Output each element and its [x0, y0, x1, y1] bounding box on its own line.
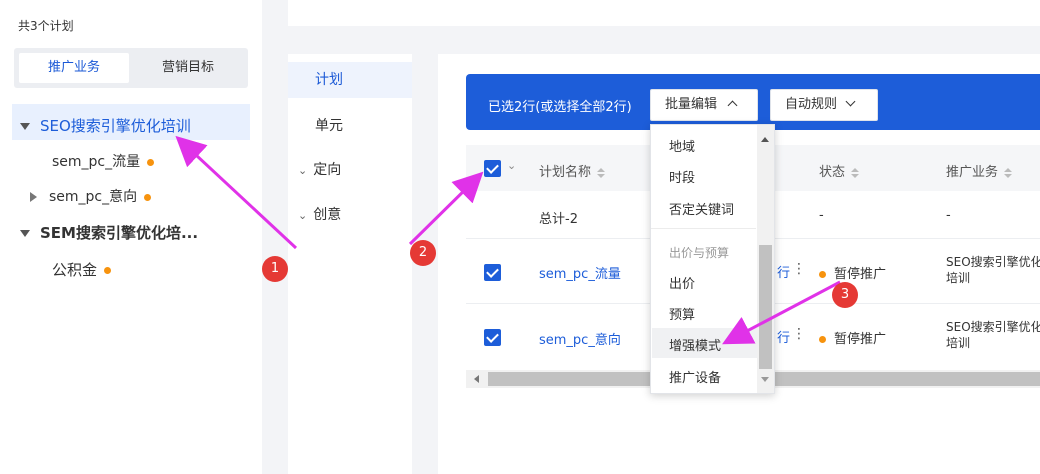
- annotation-marker-2: 2: [410, 240, 436, 266]
- arrow-1-icon: [175, 135, 298, 250]
- annotation-arrows: [175, 135, 841, 345]
- arrow-3-icon: [722, 280, 841, 345]
- annotation-marker-1: 1: [262, 256, 288, 282]
- annotation-marker-3: 3: [832, 282, 858, 308]
- arrow-2-icon: [408, 171, 484, 246]
